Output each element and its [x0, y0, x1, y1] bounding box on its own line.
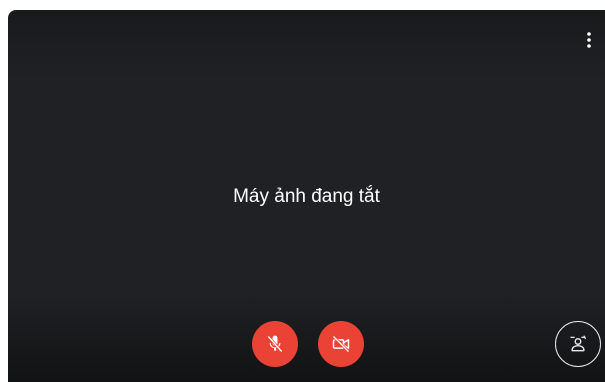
- camera-preview: Máy ảnh đang tắt: [8, 10, 605, 382]
- camera-toggle-button[interactable]: [318, 321, 364, 367]
- camera-off-text: Máy ảnh đang tắt: [233, 186, 380, 207]
- microphone-toggle-button[interactable]: [252, 321, 298, 367]
- visual-effects-button[interactable]: [555, 321, 601, 367]
- visual-effects-icon: [570, 335, 587, 352]
- mic-off-icon: [267, 335, 283, 353]
- more-options-button[interactable]: [579, 28, 599, 52]
- videocam-off-icon: [332, 335, 350, 353]
- controls-backdrop: [8, 292, 605, 382]
- more-vert-icon: [587, 32, 591, 48]
